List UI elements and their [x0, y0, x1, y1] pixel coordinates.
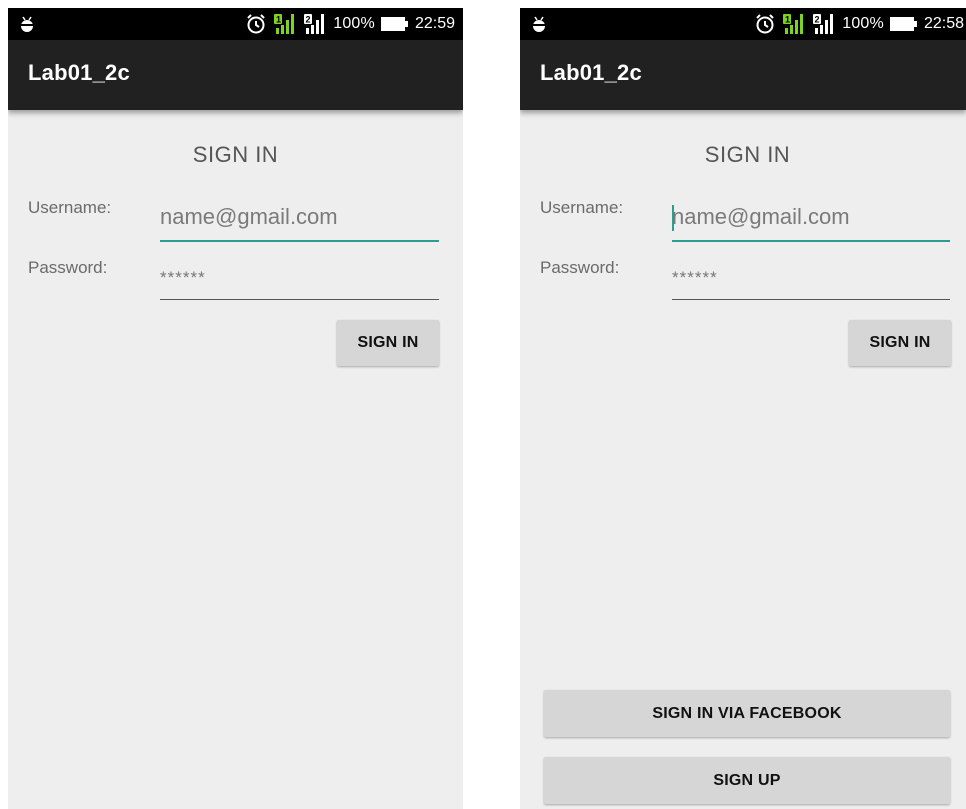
username-label: Username:: [28, 198, 112, 217]
phone-screen-right: 1 2 100% 22:58 Lab01_2c SIGN IN Username…: [520, 8, 966, 809]
app-title: Lab01_2c: [540, 60, 642, 85]
clock: 22:58: [923, 15, 964, 32]
password-label: Password:: [28, 258, 108, 277]
svg-text:1: 1: [276, 15, 281, 25]
sign-up-button[interactable]: SIGN UP: [544, 757, 950, 804]
battery-percentage: 100%: [333, 15, 375, 32]
sign-in-button[interactable]: SIGN IN: [849, 320, 951, 366]
username-value: name@gmail.com: [160, 204, 338, 229]
android-debug-icon: [21, 16, 33, 32]
username-field[interactable]: name@gmail.com: [160, 202, 439, 242]
android-debug-icon: [533, 16, 545, 32]
password-label: Password:: [540, 258, 620, 277]
svg-text:2: 2: [815, 15, 820, 25]
alarm-icon: [247, 14, 265, 34]
status-bar: 1 2 100% 22:59: [8, 8, 463, 40]
app-title: Lab01_2c: [28, 60, 130, 85]
clock: 22:59: [414, 15, 455, 32]
status-bar: 1 2 100% 22:58: [520, 8, 966, 40]
phone-screen-left: 1 2 100% 22:59 Lab01_2c SIGN IN Username…: [8, 8, 463, 809]
password-field[interactable]: ******: [672, 260, 950, 300]
password-field[interactable]: ******: [160, 260, 439, 300]
sign-in-heading: SIGN IN: [704, 142, 791, 167]
sign-in-facebook-button[interactable]: SIGN IN VIA FACEBOOK: [544, 690, 950, 737]
status-indicators: 1 2 100% 22:59: [245, 8, 455, 40]
password-value: ******: [160, 268, 206, 287]
sim2-signal-icon: 2: [813, 14, 834, 34]
sim1-signal-icon: 1: [274, 14, 295, 34]
app-bar: Lab01_2c: [520, 40, 966, 110]
username-label: Username:: [540, 198, 624, 217]
battery-icon: [889, 17, 917, 31]
alarm-icon: [756, 14, 774, 34]
sim1-signal-icon: 1: [783, 14, 804, 34]
username-value: name@gmail.com: [672, 204, 850, 229]
password-value: ******: [672, 268, 718, 287]
app-bar: Lab01_2c: [8, 40, 463, 110]
status-indicators: 1 2 100% 22:58: [754, 8, 964, 40]
svg-text:2: 2: [306, 15, 311, 25]
sign-in-button[interactable]: SIGN IN: [337, 320, 439, 366]
sim2-signal-icon: 2: [304, 14, 325, 34]
svg-text:1: 1: [785, 15, 790, 25]
battery-percentage: 100%: [842, 15, 884, 32]
sign-in-heading: SIGN IN: [192, 142, 279, 167]
username-field[interactable]: name@gmail.com: [672, 202, 950, 242]
battery-icon: [380, 17, 408, 31]
